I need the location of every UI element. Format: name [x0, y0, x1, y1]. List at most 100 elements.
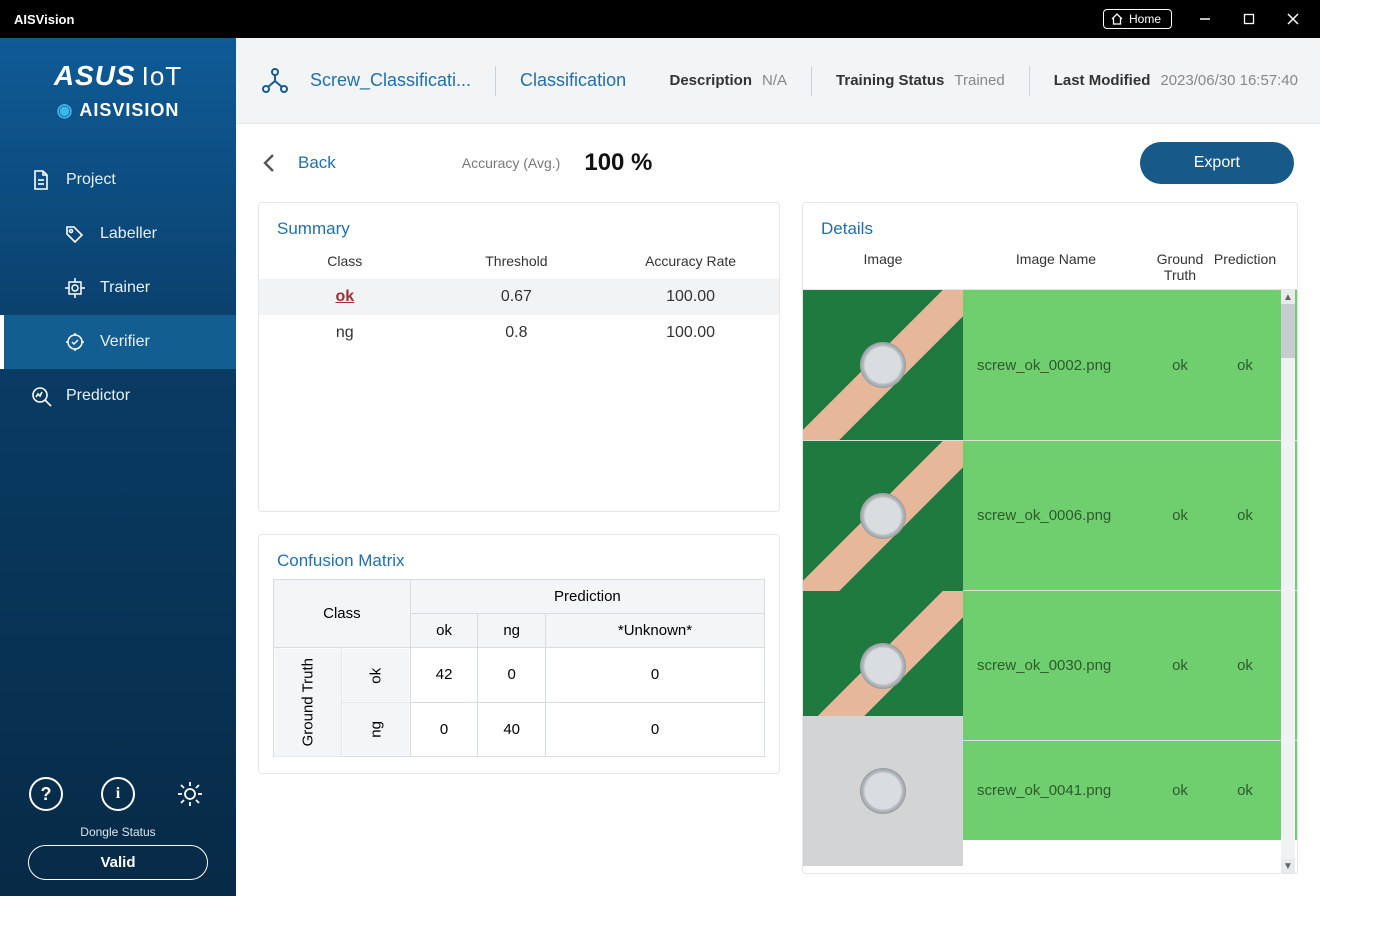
export-button[interactable]: Export: [1140, 142, 1294, 184]
maximize-button[interactable]: [1230, 4, 1268, 34]
ground-truth: ok: [1149, 357, 1211, 374]
image-thumbnail: [803, 716, 963, 866]
details-col-name: Image Name: [963, 251, 1149, 283]
prediction: ok: [1211, 507, 1279, 524]
ground-truth: ok: [1149, 507, 1211, 524]
summary-cell-class: ng: [259, 315, 431, 351]
dongle-status-value: Valid: [28, 845, 208, 880]
info-button[interactable]: i: [101, 777, 135, 811]
scroll-down-arrow[interactable]: ▼: [1281, 859, 1295, 873]
gear-icon: [175, 779, 205, 809]
prediction: ok: [1211, 657, 1279, 674]
image-name: screw_ok_0041.png: [963, 782, 1149, 799]
brand-block: ASUS IoT ◉ AISVISION: [0, 38, 236, 139]
nav-predictor[interactable]: Predictor: [0, 369, 236, 423]
confusion-matrix-card: Confusion Matrix Class Prediction ok ng …: [258, 534, 780, 774]
brand-iot: IoT: [142, 61, 183, 92]
task-type: Classification: [520, 70, 626, 91]
details-header: Image Image Name Ground Truth Prediction: [803, 247, 1297, 290]
confusion-title: Confusion Matrix: [259, 535, 779, 579]
window-controls: Home: [1103, 4, 1312, 34]
subheader: Back Accuracy (Avg.) 100 % Export: [236, 124, 1320, 202]
ground-truth: ok: [1149, 782, 1211, 799]
details-col-image: Image: [803, 251, 963, 283]
details-col-pred: Prediction: [1211, 251, 1279, 283]
minimize-button[interactable]: [1186, 4, 1224, 34]
scroll-up-arrow[interactable]: ▲: [1281, 290, 1295, 304]
tag-icon: [64, 223, 86, 245]
question-icon: ?: [41, 784, 52, 805]
summary-title: Summary: [259, 203, 779, 247]
document-icon: [30, 169, 52, 191]
nav-project[interactable]: Project: [0, 153, 236, 207]
help-button[interactable]: ?: [29, 777, 63, 811]
scroll-thumb[interactable]: [1281, 304, 1295, 358]
summary-cell-threshold: 0.67: [431, 279, 603, 315]
desc-label: Description: [669, 72, 752, 89]
ground-truth: ok: [1149, 657, 1211, 674]
details-col-gt: Ground Truth: [1149, 251, 1211, 283]
titlebar: AISVision Home: [0, 0, 1320, 38]
summary-col-class: Class: [259, 247, 431, 279]
cm-gt-row: ng: [342, 702, 410, 757]
details-row[interactable]: screw_ok_0041.png ok ok: [803, 740, 1297, 840]
details-row[interactable]: screw_ok_0006.png ok ok: [803, 440, 1297, 590]
divider: [811, 66, 812, 96]
train-value: Trained: [954, 72, 1004, 89]
summary-col-acc: Accuracy Rate: [602, 247, 779, 279]
sidebar: ASUS IoT ◉ AISVISION Project Labeller: [0, 38, 236, 896]
summary-row[interactable]: ng 0.8 100.00: [259, 315, 779, 351]
cm-pred-col: *Unknown*: [545, 614, 764, 648]
close-button[interactable]: [1274, 4, 1312, 34]
image-name: screw_ok_0006.png: [963, 507, 1149, 524]
details-body: ▲ ▼ screw_ok_0002.png ok ok: [803, 290, 1297, 873]
cm-gt-row: ok: [342, 648, 410, 703]
settings-button[interactable]: [173, 777, 207, 811]
nav-verifier[interactable]: Verifier: [0, 315, 236, 369]
meta-last-modified: Last Modified 2023/06/30 16:57:40: [1054, 72, 1298, 89]
cm-prediction-label: Prediction: [410, 580, 764, 614]
cm-class-label: Class: [274, 580, 411, 648]
divider: [1029, 66, 1030, 96]
chip-icon: [64, 277, 86, 299]
image-name: screw_ok_0002.png: [963, 357, 1149, 374]
summary-cell-acc: 100.00: [602, 315, 779, 351]
summary-cell-threshold: 0.8: [431, 315, 603, 351]
nav-trainer-label: Trainer: [100, 279, 150, 297]
summary-card: Summary Class Threshold Accuracy Rate ok…: [258, 202, 780, 512]
prediction: ok: [1211, 357, 1279, 374]
summary-row[interactable]: ok 0.67 100.00: [259, 279, 779, 315]
nav-verifier-label: Verifier: [100, 333, 150, 351]
project-type-icon: [258, 64, 292, 98]
home-button[interactable]: Home: [1103, 9, 1172, 29]
nav-labeller-label: Labeller: [100, 225, 157, 243]
scroll-track[interactable]: [1281, 304, 1295, 859]
verify-gear-icon: [64, 331, 86, 353]
back-link[interactable]: Back: [298, 153, 336, 173]
nav-trainer[interactable]: Trainer: [0, 261, 236, 315]
predict-icon: [30, 385, 52, 407]
dongle-status-label: Dongle Status: [0, 825, 236, 839]
content: Summary Class Threshold Accuracy Rate ok…: [236, 202, 1320, 896]
meta-description: Description N/A: [669, 72, 787, 89]
project-header: Screw_Classificati... Classification Des…: [236, 38, 1320, 124]
summary-table: Class Threshold Accuracy Rate ok 0.67 10…: [259, 247, 779, 351]
project-name[interactable]: Screw_Classificati...: [310, 70, 471, 91]
nav-project-label: Project: [66, 171, 116, 189]
brand-aisvision: AISVISION: [79, 100, 179, 121]
summary-col-threshold: Threshold: [431, 247, 603, 279]
info-icon: i: [116, 785, 120, 803]
cm-cell: 0: [545, 702, 764, 757]
nav: Project Labeller Trainer Verifier: [0, 153, 236, 423]
brand-line1: ASUS IoT: [10, 60, 226, 92]
nav-labeller[interactable]: Labeller: [0, 207, 236, 261]
details-row[interactable]: screw_ok_0002.png ok ok: [803, 290, 1297, 440]
eye-icon: ◉: [57, 100, 74, 121]
cm-cell: 0: [545, 648, 764, 703]
brand-asus: ASUS: [54, 60, 136, 92]
cm-cell: 0: [478, 648, 546, 703]
cm-cell: 42: [410, 648, 478, 703]
back-chevron-icon[interactable]: [262, 153, 282, 173]
accuracy-label: Accuracy (Avg.): [462, 155, 561, 171]
details-card: Details Image Image Name Ground Truth Pr…: [802, 202, 1298, 874]
